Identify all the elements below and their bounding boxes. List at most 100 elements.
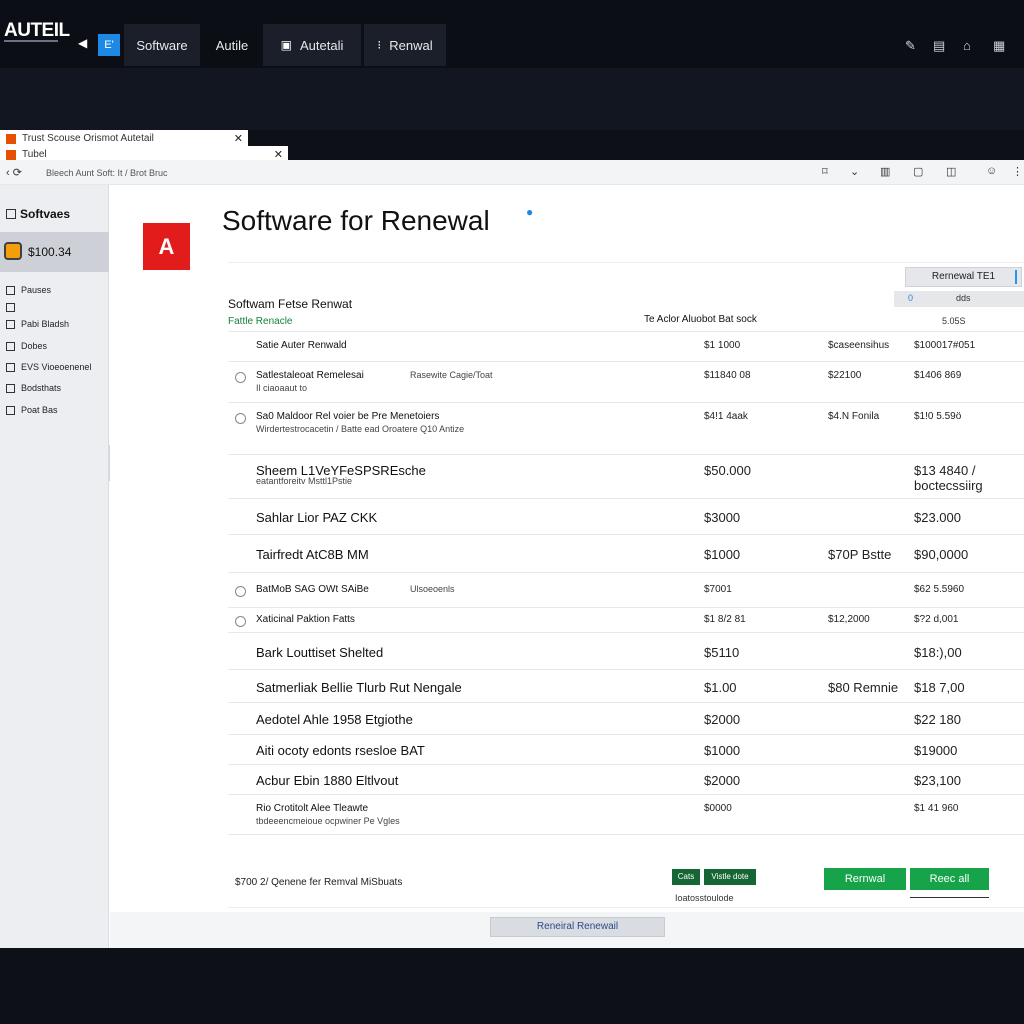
page-icon xyxy=(6,362,15,372)
row-discount: $22100 xyxy=(828,370,862,381)
window-icon[interactable]: ▢ xyxy=(913,165,923,178)
page-icon xyxy=(6,383,15,393)
link-icon xyxy=(6,303,15,312)
bookmark-icon[interactable]: ◫ xyxy=(946,165,956,178)
row-total: $18 7,00 xyxy=(914,680,965,695)
sidebar-item-dobes[interactable]: Dobes xyxy=(6,341,47,351)
filter-strip[interactable]: 0 dds xyxy=(894,291,1024,307)
row-discount: $70P Bstte xyxy=(828,547,892,562)
close-tab-icon[interactable]: ✕ xyxy=(234,132,243,145)
table-row[interactable]: Tairfredt AtC8B MM $1000 $70P Bstte $90,000… xyxy=(228,535,1024,573)
recall-button[interactable]: Reec all xyxy=(910,868,989,890)
renewal-top-button-label: Rernewal TE1 xyxy=(931,271,996,282)
row-total: $13 4840 / boctecssiirg xyxy=(914,463,983,493)
row-price: $3000 xyxy=(704,510,741,525)
summary-text: $700 2/ Qenene fer Remval MiSbuats xyxy=(235,877,403,888)
nav-software[interactable]: Software xyxy=(124,24,200,66)
divider xyxy=(228,907,1024,908)
main-content: A Software for Renewal ● Rernewal TE1 0 … xyxy=(110,185,1024,948)
chevron-down-icon[interactable]: ⌄ xyxy=(850,165,859,178)
table-row[interactable]: Satmerliak Bellie Tlurb Rut Nengale $1.00… xyxy=(228,670,1024,703)
row-price: $11840 08 xyxy=(704,370,751,381)
table-row[interactable]: Satlestaleoat Remelesai Il ciaoaaut to Ras… xyxy=(228,362,1024,403)
table-row[interactable]: Sa0 Maldoor Rel voier be Pre Menetoiers W… xyxy=(228,403,1024,455)
nav-autetali[interactable]: ▣ Autetali xyxy=(263,24,361,66)
info-icon[interactable]: ● xyxy=(526,205,533,219)
filter-a[interactable]: 0 xyxy=(908,293,913,303)
address-bar[interactable]: ‹ ⟳ Bleech Aunt Soft: It / Brot Bruc ⌑ ⌄… xyxy=(0,160,1024,185)
table-row[interactable]: Sahlar Lior PAZ CKK $3000 $23.000 xyxy=(228,499,1024,535)
row-select-radio[interactable] xyxy=(235,586,246,597)
folder-icon[interactable]: ▤ xyxy=(933,38,945,54)
sidebar-item-label: Pauses xyxy=(21,285,52,295)
sidebar-title-text: Softvaes xyxy=(20,207,71,221)
table-row[interactable]: Aedotel Ahle 1958 Etgiothe $2000 $22 180 xyxy=(228,703,1024,735)
sidebar: Softvaes $100.34 Pauses Pabi Bladsh Dobe… xyxy=(0,185,109,948)
table-row[interactable]: Rio Crotitolt Alee Tleawte tbdeeencmeioue… xyxy=(228,795,1024,835)
row-total: $19000 xyxy=(914,743,958,758)
section-title: Softwam Fetse Renwat xyxy=(228,297,353,311)
row-price: $0000 xyxy=(704,803,732,814)
software-icon xyxy=(6,209,16,219)
row-select-radio[interactable] xyxy=(235,372,246,383)
section-subtitle[interactable]: Fattle Renacle xyxy=(228,316,292,327)
autel-logo: AUTEIL xyxy=(4,20,70,41)
row-name: Satlestaleoat Remelesai xyxy=(256,370,364,381)
tools-icon[interactable]: ✎ xyxy=(905,38,916,54)
renewal-button[interactable]: Rernwal xyxy=(824,868,906,890)
filter-b[interactable]: dds xyxy=(956,293,971,303)
nav-autile[interactable]: Autile xyxy=(202,24,262,66)
nav-renewal[interactable]: ⁝ Renwal xyxy=(364,24,446,66)
nav-autile-label: Autile xyxy=(215,37,249,53)
renewal-top-button[interactable]: Rernewal TE1 xyxy=(905,267,1022,287)
sidebar-item-bodsthats[interactable]: Bodsthats xyxy=(6,383,61,393)
bullet-icon: ⁝ xyxy=(377,38,382,52)
table-row[interactable]: BatMoB SAG OWt SAiBe Ulsoeoenls $7001 $62 5… xyxy=(228,573,1024,608)
sidebar-item-link[interactable] xyxy=(6,303,15,312)
cats-button[interactable]: Cats xyxy=(672,869,700,885)
nav-autetali-label: Autetali xyxy=(299,37,344,53)
bottom-renewal-button[interactable]: Reneiral Renewail xyxy=(490,917,665,937)
row-name: Aiti ocoty edonts rsesloe BAT xyxy=(256,743,425,758)
row-total: $?2 d,001 xyxy=(914,614,959,625)
view-date-button[interactable]: Vistle dote xyxy=(704,869,756,885)
sidebar-item-active[interactable]: $100.34 xyxy=(0,232,109,272)
sidebar-title: Softvaes xyxy=(6,207,70,221)
table-row[interactable]: Acbur Ebin 1880 Eltlvout $2000 $23,100 xyxy=(228,765,1024,795)
grid-icon[interactable]: ▥ xyxy=(880,165,890,178)
row-discount: $12,2000 xyxy=(828,614,870,625)
extension-icon[interactable]: ⌑ xyxy=(822,165,828,178)
table-row[interactable]: Xaticinal Paktion Fatts $1 8/2 81 $12,2000… xyxy=(228,608,1024,633)
table-row[interactable]: Aiti ocoty edonts rsesloe BAT $1000 $19000 xyxy=(228,735,1024,765)
row-total: $18:),00 xyxy=(914,645,962,660)
row-select-radio[interactable] xyxy=(235,616,246,627)
row-total: $1406 869 xyxy=(914,370,962,381)
user-icon[interactable]: ⌂ xyxy=(963,38,971,53)
row-subname: Il ciaoaaut to xyxy=(256,383,308,393)
back-arrow-icon[interactable]: ◀ xyxy=(78,36,87,50)
back-forward-icon[interactable]: ‹ ⟳ xyxy=(6,166,22,179)
table-row[interactable]: Satie Auter Renwald $1 1000 $caseensihus $1… xyxy=(228,332,1024,362)
sidebar-item-pauses[interactable]: Pauses xyxy=(6,285,51,295)
column-header: Te Aclor Aluobot Bat sock xyxy=(644,314,757,325)
menu-icon[interactable]: ⋮ xyxy=(1012,165,1023,178)
profile-icon[interactable]: ☺ xyxy=(986,165,997,177)
sidebar-item-poat-bas[interactable]: Poat Bas xyxy=(6,405,58,415)
row-description: Rasewite Cagie/Toat xyxy=(410,370,493,380)
table-row[interactable]: Sheem L1VeYFeSPSREsche eatantforeitv Mstt… xyxy=(228,455,1024,499)
row-price: $2000 xyxy=(704,712,741,727)
page-icon xyxy=(6,319,15,329)
row-select-radio[interactable] xyxy=(235,413,246,424)
row-name: Satie Auter Renwald xyxy=(256,340,347,351)
sidebar-item-evs[interactable]: EVS Vioeoenenel xyxy=(6,362,91,372)
settings-icon[interactable]: ▦ xyxy=(993,38,1005,54)
button-underline xyxy=(910,897,989,898)
nav-software-label: Software xyxy=(136,37,188,53)
sidebar-item-pabi[interactable]: Pabi Bladsh xyxy=(6,319,69,329)
row-subname: Wirdertestrocacetin / Batte ead Oroatere… xyxy=(256,424,465,434)
row-discount: $4.N Fonila xyxy=(828,411,880,422)
url-text[interactable]: Bleech Aunt Soft: It / Brot Bruc xyxy=(46,168,168,178)
row-name: Rio Crotitolt Alee Tleawte xyxy=(256,803,369,814)
app-square-icon[interactable]: E' xyxy=(98,34,120,56)
table-row[interactable]: Bark Louttiset Shelted $5110 $18:),00 xyxy=(228,633,1024,670)
